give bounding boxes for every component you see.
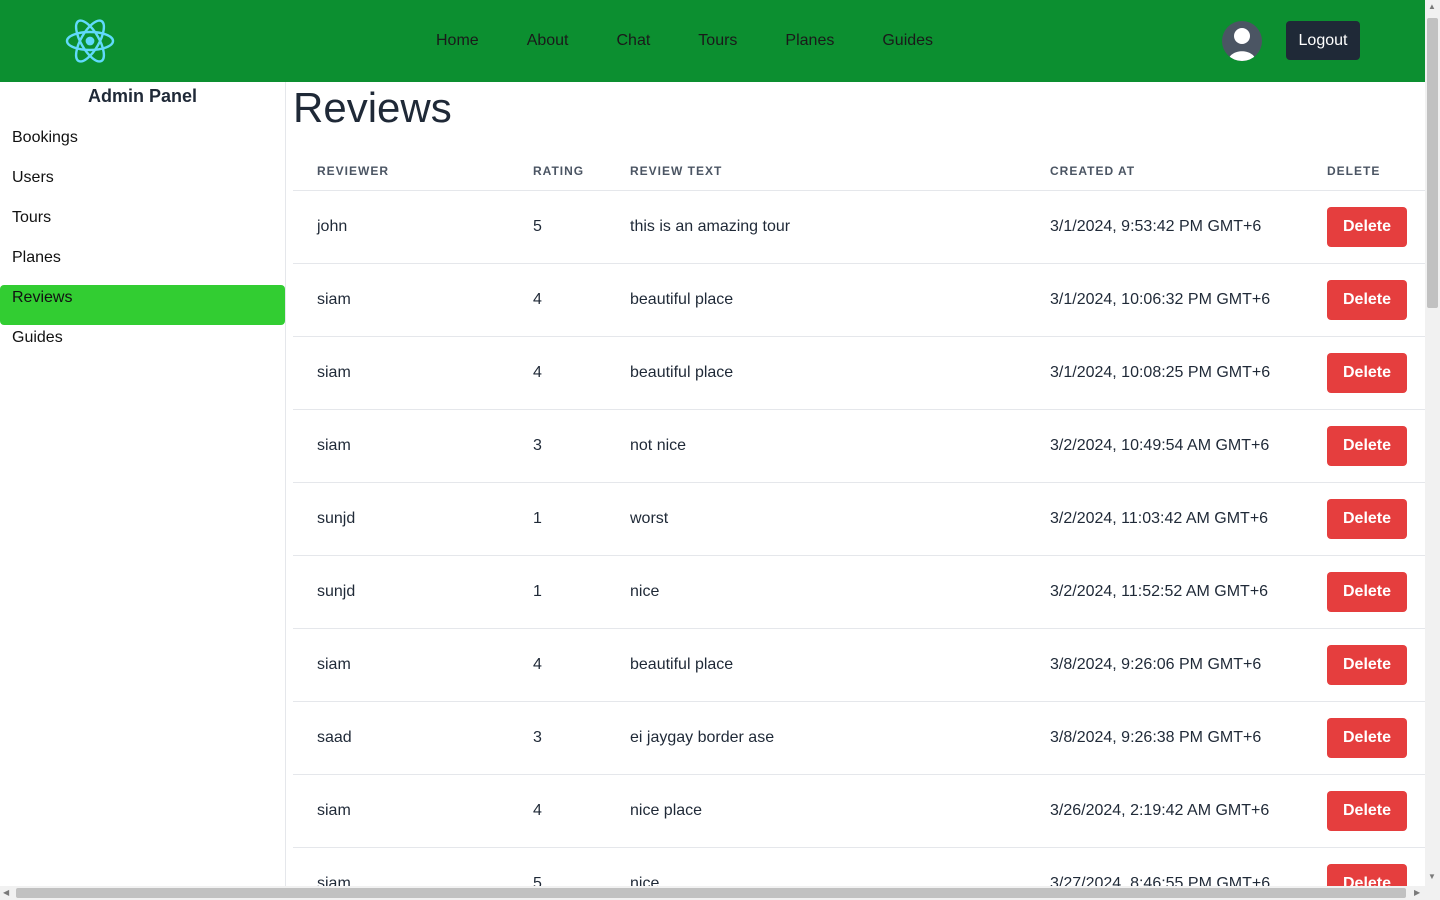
review-text-cell: not nice [630, 437, 687, 454]
delete-button[interactable]: Delete [1327, 572, 1407, 612]
page-title: Reviews [293, 84, 452, 131]
react-atom-icon[interactable] [64, 17, 116, 65]
review-text-cell: beautiful place [630, 364, 734, 381]
admin-sidebar: Admin Panel Bookings Users Tours Planes … [0, 82, 286, 900]
scroll-up-arrow-icon[interactable]: ▲ [1428, 3, 1436, 11]
scroll-right-arrow-icon[interactable]: ▶ [1414, 889, 1420, 897]
reviewer-cell: sunjd [317, 583, 356, 600]
created-at-cell: 3/1/2024, 9:53:42 PM GMT+6 [1050, 218, 1262, 235]
top-navbar: Home About Chat Tours Planes Guides Logo… [0, 0, 1425, 82]
delete-button[interactable]: Delete [1327, 718, 1407, 758]
reviewer-cell: siam [317, 291, 351, 308]
table-row: sunjd 1 nice 3/2/2024, 11:52:52 AM GMT+6… [293, 556, 1425, 629]
table-row: siam 5 nice 3/27/2024, 8:46:55 PM GMT+6 … [293, 848, 1425, 886]
created-at-cell: 3/1/2024, 10:06:32 PM GMT+6 [1050, 291, 1271, 308]
rating-cell: 3 [533, 729, 542, 746]
column-header-reviewer: REVIEWER [317, 164, 390, 178]
reviewer-cell: saad [317, 729, 352, 746]
delete-button[interactable]: Delete [1327, 645, 1407, 685]
reviewer-cell: sunjd [317, 510, 356, 527]
column-header-rating: RATING [533, 164, 585, 178]
table-row: sunjd 1 worst 3/2/2024, 11:03:42 AM GMT+… [293, 483, 1425, 556]
delete-button[interactable]: Delete [1327, 280, 1407, 320]
vertical-scrollbar[interactable]: ▲ ▼ [1425, 0, 1440, 886]
rating-cell: 5 [533, 218, 542, 235]
nav-link-planes[interactable]: Planes [761, 32, 858, 50]
created-at-cell: 3/2/2024, 10:49:54 AM GMT+6 [1050, 437, 1270, 454]
rating-cell: 4 [533, 291, 542, 308]
table-row: siam 4 beautiful place 3/8/2024, 9:26:06… [293, 629, 1425, 702]
created-at-cell: 3/2/2024, 11:52:52 AM GMT+6 [1050, 583, 1269, 600]
rating-cell: 4 [533, 364, 542, 381]
delete-button[interactable]: Delete [1327, 207, 1407, 247]
reviewer-cell: siam [317, 437, 351, 454]
logout-button[interactable]: Logout [1286, 21, 1360, 60]
created-at-cell: 3/26/2024, 2:19:42 AM GMT+6 [1050, 802, 1270, 819]
sidebar-item-users[interactable]: Users [0, 165, 285, 205]
column-header-created-at: CREATED AT [1050, 164, 1136, 178]
table-row: siam 3 not nice 3/2/2024, 10:49:54 AM GM… [293, 410, 1425, 483]
review-text-cell: ei jaygay border ase [630, 729, 775, 746]
delete-button[interactable]: Delete [1327, 791, 1407, 831]
scroll-down-arrow-icon[interactable]: ▼ [1428, 873, 1436, 881]
created-at-cell: 3/27/2024, 8:46:55 PM GMT+6 [1050, 875, 1271, 886]
column-header-delete: DELETE [1327, 164, 1381, 178]
rating-cell: 3 [533, 437, 542, 454]
nav-link-home[interactable]: Home [412, 32, 503, 50]
rating-cell: 4 [533, 802, 542, 819]
nav-link-guides[interactable]: Guides [858, 32, 957, 50]
user-avatar-icon[interactable] [1222, 21, 1262, 61]
reviewer-cell: siam [317, 802, 351, 819]
table-row: john 5 this is an amazing tour 3/1/2024,… [293, 191, 1425, 264]
rating-cell: 4 [533, 656, 542, 673]
sidebar-title: Admin Panel [87, 86, 198, 106]
rating-cell: 5 [533, 875, 542, 886]
table-row: siam 4 beautiful place 3/1/2024, 10:08:2… [293, 337, 1425, 410]
horizontal-scrollbar[interactable]: ◀ ▶ [0, 886, 1440, 900]
horizontal-scroll-thumb[interactable] [16, 888, 1406, 898]
review-text-cell: beautiful place [630, 656, 734, 673]
table-row: siam 4 beautiful place 3/1/2024, 10:06:3… [293, 264, 1425, 337]
review-text-cell: nice [630, 583, 660, 600]
table-header: REVIEWER RATING REVIEW TEXT CREATED AT D… [293, 158, 1425, 191]
rating-cell: 1 [533, 510, 542, 527]
sidebar-item-planes[interactable]: Planes [0, 245, 285, 285]
reviewer-cell: siam [317, 656, 351, 673]
column-header-review-text: REVIEW TEXT [630, 164, 723, 178]
sidebar-item-reviews[interactable]: Reviews [0, 285, 285, 325]
delete-button[interactable]: Delete [1327, 864, 1407, 886]
reviewer-cell: siam [317, 364, 351, 381]
table-row: saad 3 ei jaygay border ase 3/8/2024, 9:… [293, 702, 1425, 775]
nav-link-tours[interactable]: Tours [674, 32, 761, 50]
sidebar-item-tours[interactable]: Tours [0, 205, 285, 245]
table-row: siam 4 nice place 3/26/2024, 2:19:42 AM … [293, 775, 1425, 848]
review-text-cell: this is an amazing tour [630, 218, 791, 235]
delete-button[interactable]: Delete [1327, 353, 1407, 393]
created-at-cell: 3/1/2024, 10:08:25 PM GMT+6 [1050, 364, 1271, 381]
delete-button[interactable]: Delete [1327, 426, 1407, 466]
scroll-left-arrow-icon[interactable]: ◀ [3, 889, 9, 897]
review-text-cell: worst [630, 510, 669, 527]
created-at-cell: 3/2/2024, 11:03:42 AM GMT+6 [1050, 510, 1269, 527]
sidebar-item-guides[interactable]: Guides [0, 325, 285, 365]
main-content: Reviews REVIEWER RATING REVIEW TEXT CREA… [293, 82, 1425, 886]
reviewer-cell: john [317, 218, 348, 235]
created-at-cell: 3/8/2024, 9:26:06 PM GMT+6 [1050, 656, 1262, 673]
review-text-cell: beautiful place [630, 291, 734, 308]
created-at-cell: 3/8/2024, 9:26:38 PM GMT+6 [1050, 729, 1262, 746]
vertical-scroll-thumb[interactable] [1427, 18, 1438, 308]
sidebar-item-bookings[interactable]: Bookings [0, 125, 285, 165]
nav-links: Home About Chat Tours Planes Guides [412, 0, 957, 82]
nav-link-chat[interactable]: Chat [593, 32, 675, 50]
nav-link-about[interactable]: About [503, 32, 593, 50]
rating-cell: 1 [533, 583, 542, 600]
delete-button[interactable]: Delete [1327, 499, 1407, 539]
reviewer-cell: siam [317, 875, 351, 886]
review-text-cell: nice place [630, 802, 703, 819]
review-text-cell: nice [630, 875, 660, 886]
